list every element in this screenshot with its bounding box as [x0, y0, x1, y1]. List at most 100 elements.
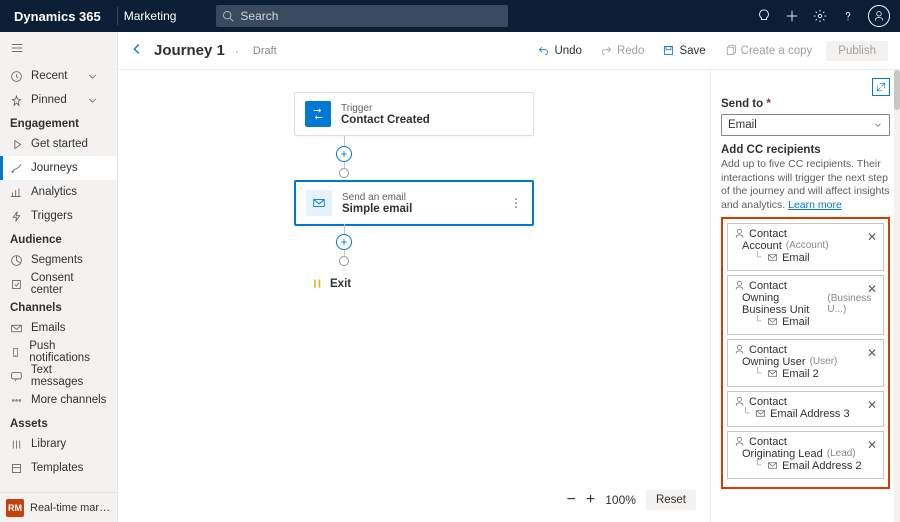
sidebar-item-more-channels[interactable]: More channels: [0, 388, 117, 412]
trigger-node[interactable]: TriggerContact Created: [294, 92, 534, 136]
sidebar-label: Templates: [31, 462, 83, 474]
sidebar-item-emails[interactable]: Emails: [0, 316, 117, 340]
add-node-button[interactable]: +: [336, 234, 352, 250]
email-icon: [306, 190, 332, 216]
remove-recipient-button[interactable]: ✕: [867, 438, 877, 452]
publish-button: Publish: [826, 41, 888, 61]
group-header: Assets: [0, 412, 117, 432]
contact-row: Contact: [734, 436, 877, 448]
status-badge: Draft: [253, 45, 277, 57]
sidebar-item-library[interactable]: Library: [0, 432, 117, 456]
chevron-down-icon: [86, 94, 99, 107]
email-field-row: └Email Address 3: [734, 408, 877, 420]
help-icon[interactable]: [834, 2, 862, 30]
remove-recipient-button[interactable]: ✕: [867, 230, 877, 244]
remove-recipient-button[interactable]: ✕: [867, 346, 877, 360]
cc-recipient-card[interactable]: ✕Contact└Email Address 3: [727, 391, 884, 427]
contact-row: Contact: [734, 344, 877, 356]
sidebar-label: Consent center: [31, 272, 107, 296]
sidebar-label: Journeys: [31, 162, 78, 174]
cc-title: Add CC recipients: [721, 144, 890, 156]
group-header: Engagement: [0, 112, 117, 132]
email-field-row: └Email: [734, 252, 877, 264]
area-switcher[interactable]: RM Real-time marketi...: [0, 492, 117, 522]
expand-panel-button[interactable]: [872, 78, 890, 96]
sendto-select[interactable]: Email: [721, 114, 890, 136]
sidebar-item-templates[interactable]: Templates: [0, 456, 117, 480]
relation-row: Account (Account): [734, 240, 877, 252]
cc-recipient-card[interactable]: ✕ContactOwning User (User)└Email 2: [727, 339, 884, 387]
add-node-button[interactable]: +: [336, 146, 352, 162]
sidebar-recent[interactable]: Recent: [0, 64, 117, 88]
email-node[interactable]: Send an emailSimple email ⋮: [294, 180, 534, 226]
email-field-row: └Email Address 2: [734, 460, 877, 472]
sidebar-item-journeys[interactable]: Journeys: [0, 156, 117, 180]
sidebar-label: Segments: [31, 254, 83, 266]
more-icon[interactable]: ⋮: [490, 196, 522, 210]
zoom-controls: − + 100% Reset: [567, 490, 696, 510]
node-title: Simple email: [342, 203, 412, 215]
sidebar-item-segments[interactable]: Segments: [0, 248, 117, 272]
remove-recipient-button[interactable]: ✕: [867, 398, 877, 412]
chevron-down-icon: [873, 120, 883, 130]
zoom-in-button[interactable]: +: [586, 491, 595, 509]
relation-row: Originating Lead (Lead): [734, 448, 877, 460]
sendto-label: Send to *: [721, 98, 890, 110]
cc-recipient-card[interactable]: ✕ContactOwning Business Unit (Business U…: [727, 275, 884, 335]
sidebar: Recent Pinned Engagement Get started Jou…: [0, 32, 118, 522]
search-placeholder: Search: [240, 9, 278, 23]
connector-endpoint: [339, 168, 349, 178]
save-button[interactable]: Save: [658, 40, 709, 61]
sidebar-item-get-started[interactable]: Get started: [0, 132, 117, 156]
lightbulb-icon[interactable]: [750, 2, 778, 30]
exit-node[interactable]: Exit: [312, 278, 351, 290]
sidebar-label: More channels: [31, 394, 106, 406]
sidebar-item-triggers[interactable]: Triggers: [0, 204, 117, 228]
brand-divider: [117, 7, 118, 25]
back-button[interactable]: [130, 42, 144, 59]
learn-more-link[interactable]: Learn more: [788, 199, 842, 211]
page-title: Journey 1: [154, 42, 225, 59]
node-type: Trigger: [341, 103, 430, 114]
contact-row: Contact: [734, 396, 877, 408]
status-dot: ·: [235, 44, 239, 58]
search-input[interactable]: Search: [216, 5, 508, 27]
avatar[interactable]: [868, 5, 890, 27]
zoom-reset-button[interactable]: Reset: [646, 490, 696, 510]
contact-row: Contact: [734, 228, 877, 240]
contact-row: Contact: [734, 280, 877, 292]
relation-row: Owning Business Unit (Business U...): [734, 292, 877, 316]
journey-canvas[interactable]: TriggerContact Created + Send an emailSi…: [118, 70, 710, 522]
cc-recipient-card[interactable]: ✕ContactOriginating Lead (Lead)└Email Ad…: [727, 431, 884, 479]
main: Journey 1 · Draft Undo Redo Save Create …: [118, 32, 900, 522]
sidebar-label: Pinned: [31, 94, 67, 106]
remove-recipient-button[interactable]: ✕: [867, 282, 877, 296]
global-header: Dynamics 365 Marketing Search: [0, 0, 900, 32]
sidebar-pinned[interactable]: Pinned: [0, 88, 117, 112]
relation-row: Owning User (User): [734, 356, 877, 368]
area-badge: RM: [6, 499, 24, 517]
hamburger-icon[interactable]: [0, 32, 117, 64]
group-header: Channels: [0, 296, 117, 316]
cc-recipients-box: ✕ContactAccount (Account)└Email✕ContactO…: [721, 217, 890, 489]
cc-recipient-card[interactable]: ✕ContactAccount (Account)└Email: [727, 223, 884, 271]
gear-icon[interactable]: [806, 2, 834, 30]
sidebar-item-analytics[interactable]: Analytics: [0, 180, 117, 204]
node-title: Contact Created: [341, 114, 430, 126]
search-icon: [222, 10, 234, 22]
sidebar-item-consent[interactable]: Consent center: [0, 272, 117, 296]
zoom-out-button[interactable]: −: [567, 491, 576, 509]
email-field-row: └Email: [734, 316, 877, 328]
create-copy-button: Create a copy: [720, 40, 817, 61]
sidebar-item-text[interactable]: Text messages: [0, 364, 117, 388]
sidebar-label: Get started: [31, 138, 88, 150]
email-field-row: └Email 2: [734, 368, 877, 380]
scrollbar[interactable]: [894, 70, 900, 522]
undo-button[interactable]: Undo: [533, 40, 586, 61]
sidebar-label: Emails: [31, 322, 66, 334]
sidebar-item-push[interactable]: Push notifications: [0, 340, 117, 364]
node-type: Send an email: [342, 192, 412, 203]
plus-icon[interactable]: [778, 2, 806, 30]
connector-endpoint: [339, 256, 349, 266]
sidebar-label: Text messages: [31, 364, 107, 388]
